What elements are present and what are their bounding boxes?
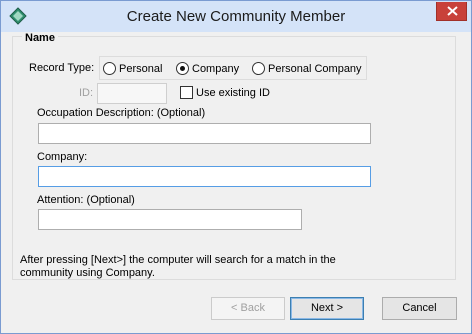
search-note: After pressing [Next>] the computer will… (20, 254, 336, 279)
occupation-label: Occupation Description: (Optional) (37, 107, 206, 119)
id-label: ID: (79, 87, 94, 99)
radio-company-circle[interactable] (176, 62, 189, 75)
use-existing-id-checkbox[interactable] (180, 86, 193, 99)
radio-personal[interactable]: Personal (103, 62, 162, 75)
attention-label: Attention: (Optional) (37, 194, 135, 206)
back-button[interactable]: < Back (211, 297, 285, 320)
radio-personal-company-circle[interactable] (252, 62, 265, 75)
group-title: Name (22, 32, 58, 44)
radio-personal-company-label: Personal Company (268, 62, 362, 75)
record-type-label: Record Type: (29, 62, 95, 74)
use-existing-id-label: Use existing ID (196, 87, 270, 99)
occupation-input[interactable] (38, 123, 371, 144)
radio-personal-circle[interactable] (103, 62, 116, 75)
name-group: Name Record Type: Personal Company Perso… (12, 32, 456, 280)
close-icon (447, 6, 458, 16)
company-label: Company: (37, 151, 88, 163)
id-input[interactable] (97, 83, 167, 104)
company-input[interactable] (38, 166, 371, 187)
radio-company-label: Company (192, 62, 240, 75)
radio-company[interactable]: Company (176, 62, 239, 75)
attention-input[interactable] (38, 209, 302, 230)
next-button[interactable]: Next > (290, 297, 364, 320)
radio-personal-label: Personal (119, 62, 163, 75)
title-bar[interactable]: Create New Community Member (1, 1, 471, 32)
record-type-radio-group: Personal Company Personal Company (99, 56, 367, 80)
cancel-button[interactable]: Cancel (382, 297, 457, 320)
window-title: Create New Community Member (126, 8, 346, 25)
close-button[interactable] (436, 2, 467, 21)
radio-personal-company[interactable]: Personal Company (252, 62, 362, 75)
dialog-content: Name Record Type: Personal Company Perso… (8, 32, 465, 328)
dialog-window: Create New Community Member Name Record … (0, 0, 472, 334)
